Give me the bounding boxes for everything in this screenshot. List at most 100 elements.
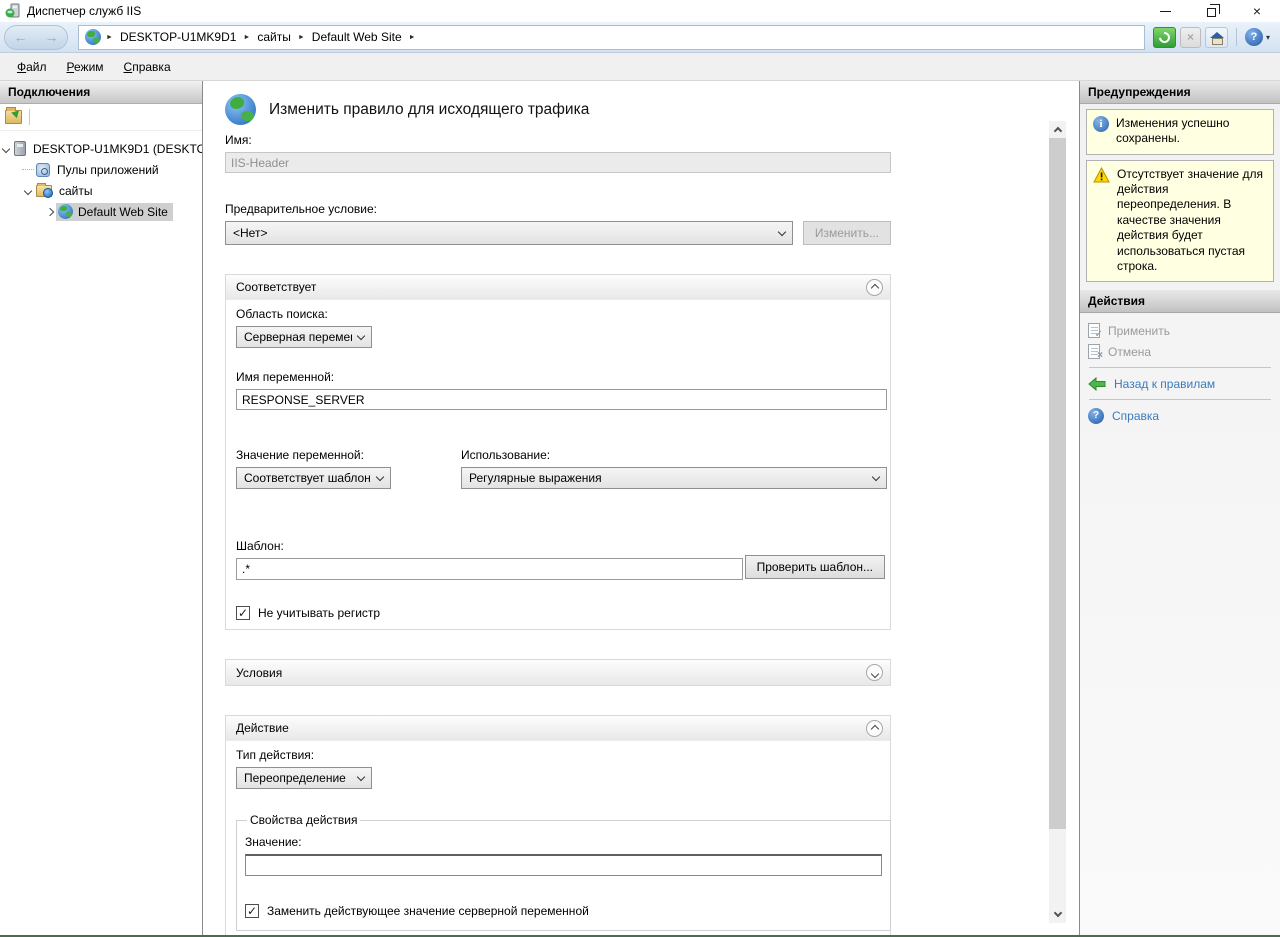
breadcrumb[interactable]: ► DESKTOP-U1MK9D1 ► сайты ► Default Web … — [78, 25, 1145, 50]
menu-item-help[interactable]: Справка — [114, 56, 181, 78]
chevron-down-icon — [1053, 909, 1061, 917]
navigation-buttons: ← → — [4, 25, 68, 50]
forward-button[interactable]: → — [45, 30, 59, 44]
alerts-header: Предупреждения — [1080, 81, 1280, 104]
connections-header-label: Подключения — [8, 85, 90, 99]
back-to-rules-link[interactable]: Назад к правилам — [1080, 373, 1280, 394]
match-section-body: Область поиска: Серверная переменн Имя п… — [226, 300, 890, 629]
help-label: Справка — [1112, 409, 1159, 423]
minimize-icon — [1160, 11, 1171, 12]
variable-value-label: Значение переменной: — [236, 448, 461, 462]
action-value-input[interactable] — [245, 854, 882, 876]
name-field-block: Имя: — [225, 133, 891, 173]
chevron-down-icon — [872, 472, 880, 480]
refresh-button[interactable] — [1153, 27, 1176, 48]
chevron-right-icon[interactable] — [44, 209, 56, 215]
breadcrumb-item-sites[interactable]: сайты — [257, 30, 291, 44]
expand-button[interactable] — [866, 664, 883, 681]
precondition-block: Предварительное условие: <Нет> Изменить.… — [225, 202, 891, 245]
separator — [29, 109, 30, 125]
action-type-select[interactable]: Переопределение — [236, 767, 372, 789]
variable-value-select[interactable]: Соответствует шаблону — [236, 467, 391, 489]
apply-button[interactable]: ✓ Применить — [1080, 320, 1280, 341]
variable-value-value: Соответствует шаблону — [244, 471, 371, 485]
collapse-button[interactable] — [866, 279, 883, 296]
help-button[interactable]: ? ▾ — [1245, 28, 1270, 46]
create-connection-icon[interactable] — [5, 110, 22, 124]
menu-item-file[interactable]: Файл — [7, 56, 57, 78]
ignore-case-checkbox[interactable]: ✓ — [236, 606, 250, 620]
chevron-up-icon — [870, 725, 878, 733]
help-link[interactable]: ? Справка — [1080, 405, 1280, 426]
breadcrumb-item-server[interactable]: DESKTOP-U1MK9D1 — [120, 30, 236, 44]
conditions-section-header[interactable]: Условия — [226, 660, 890, 685]
check-icon: ✓ — [247, 905, 257, 917]
tree-item-app-pools[interactable]: Пулы приложений — [0, 159, 202, 180]
pattern-row: Шаблон: Проверить шаблон... — [236, 539, 885, 580]
notification-text: Отсутствует значение для действия переоп… — [1117, 167, 1267, 275]
breadcrumb-separator-icon: ► — [298, 34, 305, 41]
sites-folder-icon — [36, 185, 52, 197]
separator — [1089, 399, 1271, 400]
restore-button[interactable] — [1188, 0, 1234, 22]
breadcrumb-separator-icon: ► — [106, 34, 113, 41]
edit-precondition-button[interactable]: Изменить... — [803, 221, 891, 245]
action-section-header[interactable]: Действие — [226, 716, 890, 741]
apply-icon: ✓ — [1088, 323, 1100, 338]
chevron-down-icon — [870, 669, 878, 677]
chevron-down-icon — [376, 472, 384, 480]
chevron-down-icon — [357, 772, 365, 780]
scrollbar-down-button[interactable] — [1049, 906, 1066, 923]
action-section-body: Тип действия: Переопределение Свойства д… — [226, 741, 890, 935]
match-section-header[interactable]: Соответствует — [226, 275, 890, 300]
back-button[interactable]: ← — [14, 30, 28, 44]
home-icon — [1210, 32, 1223, 43]
replace-value-checkbox[interactable]: ✓ — [245, 904, 259, 918]
variable-name-input[interactable] — [236, 389, 887, 410]
stop-button[interactable]: × — [1180, 27, 1201, 48]
notification-text: Изменения успешно сохранены. — [1116, 116, 1267, 147]
chevron-down-icon: ▾ — [1266, 33, 1270, 42]
help-icon: ? — [1245, 28, 1263, 46]
cancel-button[interactable]: × Отмена — [1080, 341, 1280, 362]
address-bar: ← → ► DESKTOP-U1MK9D1 ► сайты ► Default … — [0, 22, 1280, 53]
menu-item-view[interactable]: Режим — [57, 56, 114, 78]
replace-value-label: Заменить действующее значение серверной … — [267, 904, 589, 918]
pattern-input[interactable] — [236, 558, 743, 580]
scrollbar-up-button[interactable] — [1049, 121, 1066, 138]
scope-label: Область поиска: — [236, 307, 885, 321]
home-button[interactable] — [1205, 27, 1228, 48]
name-input — [225, 152, 891, 173]
tree-item-default-web-site[interactable]: Default Web Site — [0, 201, 202, 222]
precondition-select[interactable]: <Нет> — [225, 221, 793, 245]
scrollbar-track[interactable] — [1049, 138, 1066, 906]
tree-item-server[interactable]: DESKTOP-U1MK9D1 (DESKTOP — [0, 138, 202, 159]
menu-bar: Файл Режим Справка — [0, 53, 1280, 81]
using-select[interactable]: Регулярные выражения — [461, 467, 887, 489]
close-button[interactable]: × — [1234, 0, 1280, 22]
breadcrumb-item-default-web-site[interactable]: Default Web Site — [312, 30, 402, 44]
scrollbar-thumb[interactable] — [1049, 138, 1066, 829]
collapse-button[interactable] — [866, 720, 883, 737]
test-pattern-button[interactable]: Проверить шаблон... — [745, 555, 885, 579]
chevron-down-icon[interactable] — [22, 188, 34, 194]
address-bar-buttons: × ? ▾ — [1153, 27, 1270, 48]
chevron-down-icon — [357, 331, 365, 339]
check-icon: ✓ — [238, 607, 248, 619]
tree-item-label: Пулы приложений — [54, 161, 162, 179]
tree-item-sites[interactable]: сайты — [0, 180, 202, 201]
action-value-label: Значение: — [245, 835, 882, 849]
main-scrollbar[interactable] — [1049, 121, 1066, 923]
match-section: Соответствует Область поиска: Серверная … — [225, 274, 891, 630]
scope-select[interactable]: Серверная переменн — [236, 326, 372, 348]
main-panel: Изменить правило для исходящего трафика … — [203, 81, 1080, 935]
actions-list: ✓ Применить × Отмена Назад к правилам ? — [1080, 313, 1280, 426]
refresh-icon — [1157, 29, 1172, 44]
restore-icon — [1207, 8, 1216, 17]
minimize-button[interactable] — [1142, 0, 1188, 22]
conditions-section: Условия — [225, 659, 891, 686]
connections-tree: DESKTOP-U1MK9D1 (DESKTOP Пулы приложений… — [0, 131, 202, 935]
selected-tree-item[interactable]: Default Web Site — [56, 203, 173, 221]
right-panel: Предупреждения i Изменения успешно сохра… — [1080, 81, 1280, 935]
chevron-down-icon[interactable] — [0, 146, 12, 152]
